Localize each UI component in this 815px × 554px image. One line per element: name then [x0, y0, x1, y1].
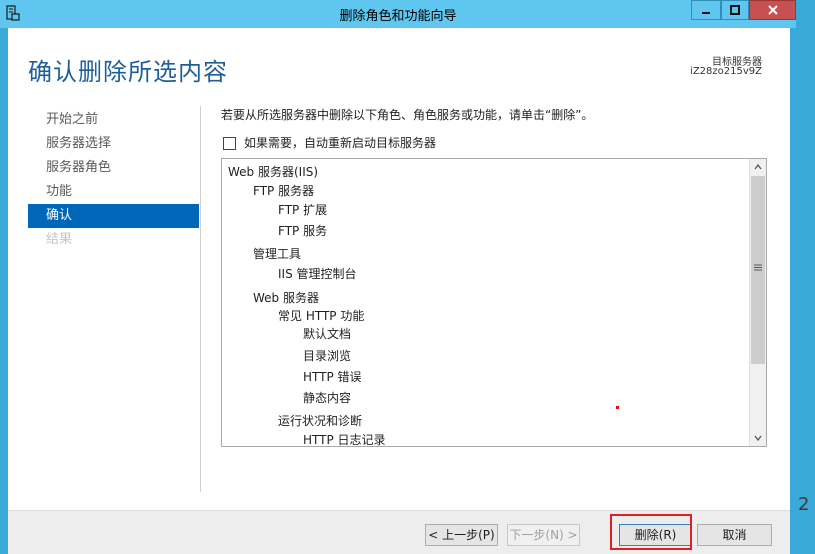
scroll-up-button[interactable] — [750, 159, 766, 175]
background-edge-text: 2 — [798, 494, 810, 515]
list-item: 默认文档 — [303, 327, 352, 341]
list-item: 目录浏览 — [303, 349, 352, 363]
nav-divider — [200, 106, 201, 492]
wizard-nav: 开始之前 服务器选择 服务器角色 功能 确认 结果 — [28, 108, 199, 252]
removal-items-list[interactable]: Web 服务器(IIS) FTP 服务器 FTP 扩展 FTP 服务 管理工具 … — [221, 158, 767, 447]
chevron-up-icon — [754, 164, 762, 170]
nav-item-confirmation[interactable]: 确认 — [28, 204, 199, 228]
list-item: Web 服务器(IIS) — [228, 165, 319, 179]
list-item: 常见 HTTP 功能 — [278, 309, 365, 323]
nav-item-results: 结果 — [46, 232, 73, 247]
close-button[interactable] — [749, 0, 796, 20]
window-title: 删除角色和功能向导 — [339, 9, 457, 24]
previous-button[interactable]: < 上一步(P) — [425, 524, 498, 546]
nav-item-server-selection[interactable]: 服务器选择 — [28, 132, 199, 156]
minimize-icon — [702, 12, 710, 14]
red-dot-marker — [616, 406, 619, 409]
nav-item-before-you-begin[interactable]: 开始之前 — [28, 108, 199, 132]
list-item: FTP 服务器 — [253, 184, 315, 198]
cancel-button[interactable]: 取消 — [697, 524, 772, 546]
minimize-button[interactable] — [691, 0, 721, 20]
restart-checkbox-label[interactable]: 如果需要，自动重新启动目标服务器 — [244, 134, 436, 151]
list-item: 运行状况和诊断 — [278, 414, 363, 428]
restart-checkbox[interactable] — [223, 137, 236, 150]
list-item: FTP 服务 — [278, 224, 328, 238]
list-item: 管理工具 — [253, 247, 302, 261]
target-server-name: iZ28zo215v9Z — [690, 66, 762, 77]
title-bar: 删除角色和功能向导 — [0, 0, 796, 28]
close-icon — [767, 5, 778, 15]
instruction-text: 若要从所选服务器中删除以下角色、角色服务或功能，请单击“删除”。 — [221, 108, 594, 122]
maximize-icon — [730, 5, 740, 15]
maximize-button[interactable] — [721, 0, 749, 20]
grip-icon — [754, 264, 762, 271]
list-item: 静态内容 — [303, 391, 352, 405]
scroll-down-button[interactable] — [750, 430, 766, 446]
page-title: 确认删除所选内容 — [28, 58, 228, 86]
nav-item-features[interactable]: 功能 — [28, 180, 199, 204]
wizard-client-area: 确认删除所选内容 目标服务器 iZ28zo215v9Z 开始之前 服务器选择 服… — [8, 28, 790, 554]
nav-item-server-roles[interactable]: 服务器角色 — [28, 156, 199, 180]
list-item: HTTP 日志记录 — [303, 433, 386, 447]
list-item: FTP 扩展 — [278, 203, 328, 217]
next-button: 下一步(N) > — [507, 524, 580, 546]
list-item: HTTP 错误 — [303, 370, 362, 384]
list-item: Web 服务器 — [253, 291, 319, 305]
list-item: IIS 管理控制台 — [278, 267, 357, 281]
list-scrollbar[interactable] — [749, 159, 766, 446]
scroll-thumb[interactable] — [751, 176, 765, 364]
chevron-down-icon — [754, 435, 762, 441]
remove-highlight-box — [610, 514, 692, 550]
